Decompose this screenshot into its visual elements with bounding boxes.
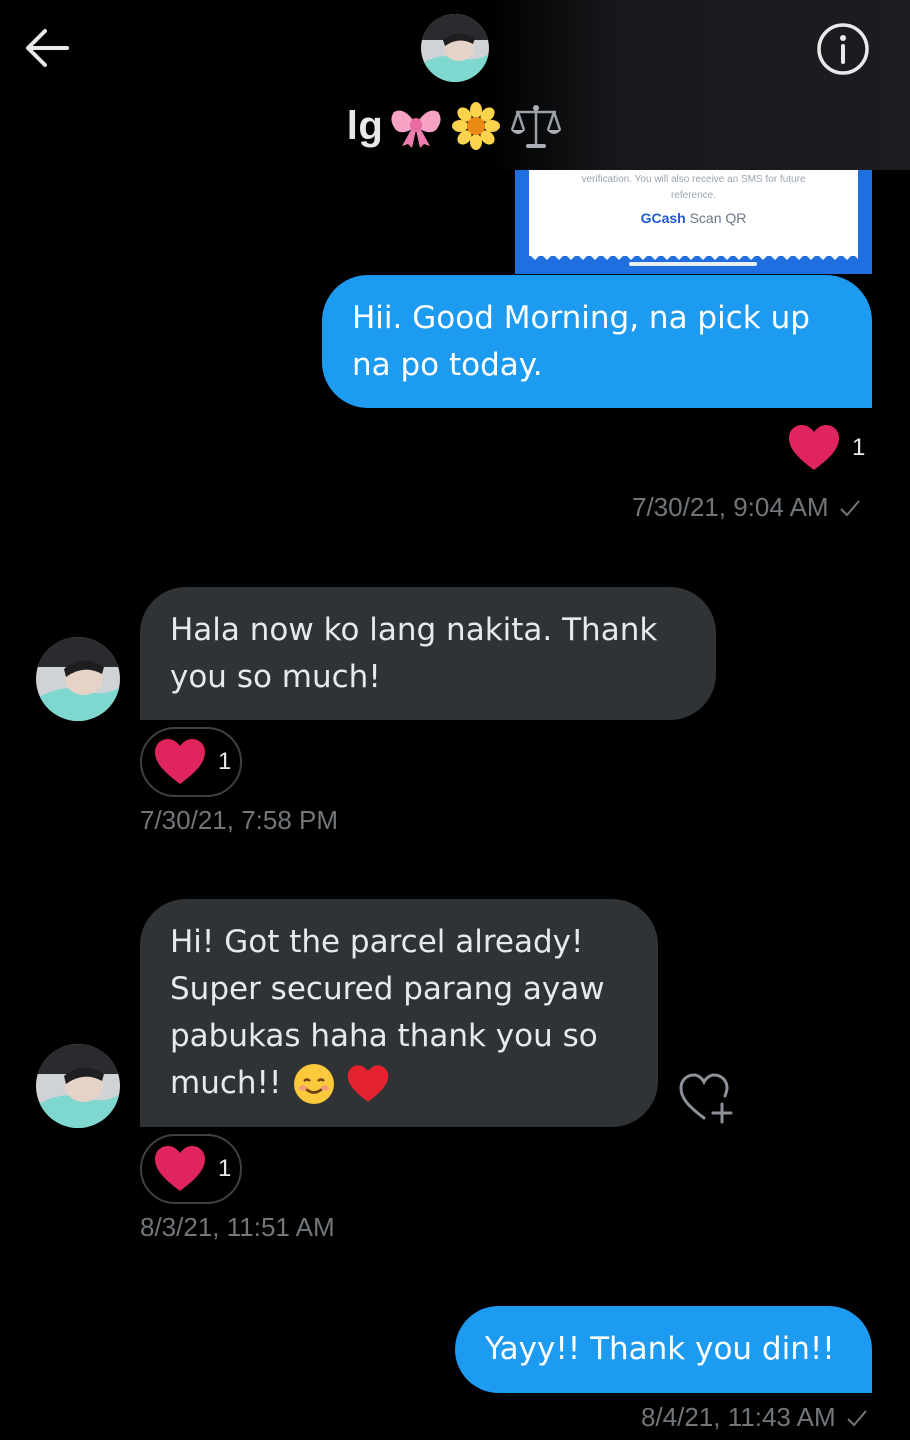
heart-icon xyxy=(155,1146,205,1191)
ribbon-emoji xyxy=(389,99,443,153)
conversation-info-button[interactable] xyxy=(812,18,874,80)
message-line: much!! xyxy=(170,1065,282,1101)
received-message-bubble[interactable]: Hi! Got the parcel already! Super secure… xyxy=(140,899,658,1127)
message-timestamp: 7/30/21, 9:04 AM xyxy=(632,492,861,523)
sent-message-bubble[interactable]: Yayy!! Thank you din!! xyxy=(455,1306,872,1393)
receipt-zigzag-edge xyxy=(529,248,858,260)
received-message-bubble[interactable]: Hala now ko lang nakita. Thank you so mu… xyxy=(140,587,716,720)
back-button[interactable] xyxy=(18,22,74,74)
message-line: na po today. xyxy=(352,347,543,383)
message-line: Hii. Good Morning, na pick up xyxy=(352,300,810,336)
red-heart-emoji xyxy=(348,1064,389,1102)
reaction-indicator[interactable]: 1 xyxy=(788,424,865,472)
message-line: Hala now ko lang nakita. Thank xyxy=(170,612,658,648)
message-timestamp: 8/4/21, 11:43 AM xyxy=(641,1402,868,1433)
balance-scale-emoji xyxy=(509,99,563,153)
avatar-image xyxy=(36,1044,120,1128)
message-line: Yayy!! Thank you din!! xyxy=(485,1331,835,1367)
timestamp-text: 8/4/21, 11:43 AM xyxy=(641,1402,836,1432)
timestamp-text: 7/30/21, 9:04 AM xyxy=(632,492,829,522)
reaction-count: 1 xyxy=(218,1155,232,1182)
blossom-emoji xyxy=(449,99,503,153)
receipt-text: verification. You will also receive an S… xyxy=(529,172,858,204)
receipt-text-line-2: reference. xyxy=(670,190,717,201)
heart-plus-icon xyxy=(679,1073,733,1124)
receipt-preview: verification. You will also receive an S… xyxy=(529,170,858,256)
check-icon xyxy=(846,1409,867,1426)
conversation-header: lg xyxy=(0,0,910,170)
receipt-brand: GCash Scan QR xyxy=(529,210,858,226)
conversation-title[interactable]: lg xyxy=(0,96,910,156)
message-line: Super secured parang ayaw xyxy=(170,971,605,1007)
shared-image-message[interactable]: verification. You will also receive an S… xyxy=(515,170,872,274)
conversation-name: lg xyxy=(346,103,384,148)
heart-icon xyxy=(789,425,839,470)
reaction-count: 1 xyxy=(852,434,866,461)
receipt-text-line-1: verification. You will also receive an S… xyxy=(581,174,806,185)
message-line-with-emoji: much!! xyxy=(170,1060,630,1107)
home-indicator xyxy=(629,262,757,266)
reaction-pill[interactable]: 1 xyxy=(140,1134,242,1204)
heart-icon xyxy=(155,739,205,784)
arrow-left-icon xyxy=(26,29,69,67)
check-icon xyxy=(839,499,860,516)
message-timestamp: 7/30/21, 7:58 PM xyxy=(140,805,339,835)
add-reaction-button[interactable] xyxy=(678,1072,738,1126)
sent-message-bubble[interactable]: Hii. Good Morning, na pick up na po toda… xyxy=(322,275,872,408)
avatar-image xyxy=(421,14,489,82)
scan-qr-label: Scan QR xyxy=(685,210,747,226)
message-line: Hi! Got the parcel already! xyxy=(170,924,584,960)
message-line: you so much! xyxy=(170,659,381,695)
reaction-count: 1 xyxy=(218,748,232,775)
reaction-pill[interactable]: 1 xyxy=(140,727,242,797)
gcash-brand: GCash xyxy=(640,210,686,226)
smiling-face-emoji xyxy=(294,1063,335,1104)
info-circle-icon xyxy=(817,23,869,75)
message-line: pabukas haha thank you so xyxy=(170,1018,598,1054)
sender-avatar[interactable] xyxy=(36,1044,120,1128)
header-avatar[interactable] xyxy=(421,14,489,82)
message-timestamp: 8/3/21, 11:51 AM xyxy=(140,1212,335,1242)
sender-avatar[interactable] xyxy=(36,637,120,721)
avatar-image xyxy=(36,637,120,721)
